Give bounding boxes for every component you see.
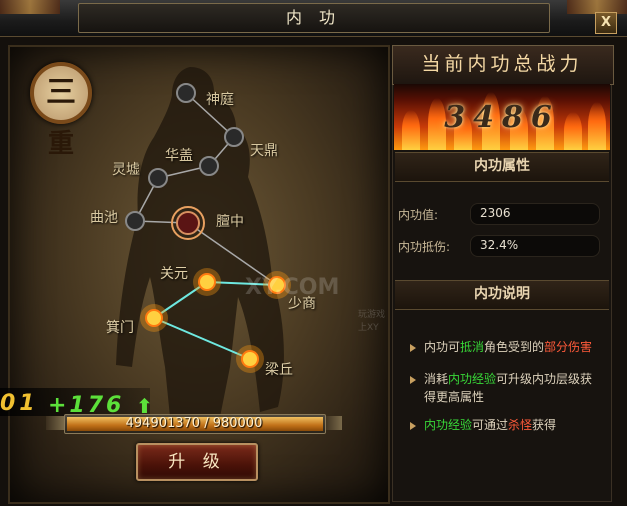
node-label-quchi: 曲池 — [90, 210, 118, 226]
level-number: 三 — [46, 75, 76, 110]
bullet-icon — [410, 422, 416, 430]
node-label-liangqiu: 梁丘 — [265, 362, 293, 378]
power-banner-title: 当前内功总战力 — [421, 53, 583, 75]
bullet-icon — [410, 376, 416, 384]
attr-value-power: 2306 — [480, 206, 511, 220]
watermark: XY.COM — [245, 275, 340, 300]
level-seal: 三 — [30, 62, 92, 124]
exp-bar-right-ornament — [324, 416, 342, 430]
bullet-icon — [410, 344, 416, 352]
attr-value-reduction: 32.4% — [480, 238, 519, 252]
description-item-2: 消耗内功经验可升级内功层级获得更高属性 — [424, 372, 593, 404]
attr-label-reduction: 内功抵伤: — [398, 240, 451, 254]
level-suffix: 重 — [48, 129, 75, 159]
exp-prefix-number: 01 — [0, 391, 39, 416]
node-label-guanyuan: 关元 — [160, 266, 188, 282]
meridian-scroll-panel: 神庭 天鼎 华盖 灵墟 曲池 膻中 关元 少商 箕门 梁丘 三 重 XY.COM… — [8, 45, 390, 504]
meridian-node-huagai[interactable] — [199, 156, 219, 176]
meridian-node-quchi[interactable] — [125, 211, 145, 231]
meridian-node-shenting[interactable] — [176, 83, 196, 103]
description-item-1: 内功可抵消角色受到的部分伤害 — [424, 340, 593, 354]
meridian-node-lingxu[interactable] — [148, 168, 168, 188]
description-item-3: 内功经验可通过杀怪获得 — [424, 418, 557, 432]
node-label-tianding: 天鼎 — [250, 143, 278, 159]
window-title: 内 功 — [285, 8, 342, 27]
meridian-node-danzhong[interactable] — [176, 211, 200, 235]
upgrade-button-label: 升 级 — [168, 452, 226, 472]
description-header: 内功说明 — [474, 286, 530, 302]
inner-power-window: 内 功 X 神庭 天鼎 华盖 灵墟 曲池 膻中 关元 少商 箕门 梁丘 三 重 … — [0, 0, 627, 506]
meridian-node-liangqiu[interactable] — [241, 350, 259, 368]
attr-label-power: 内功值: — [398, 208, 439, 222]
attributes-header: 内功属性 — [474, 158, 530, 174]
node-label-huagai: 华盖 — [165, 148, 193, 164]
meridian-node-guanyuan[interactable] — [198, 273, 216, 291]
power-value: 3486 — [444, 100, 560, 135]
node-label-lingxu: 灵墟 — [112, 162, 140, 178]
node-label-danzhong: 膻中 — [216, 214, 244, 230]
close-button[interactable]: X — [595, 12, 617, 34]
exp-text: 494901370 / 980000 — [125, 416, 263, 431]
exp-bar-left-ornament — [46, 416, 64, 430]
meridian-node-jimen[interactable] — [145, 309, 163, 327]
meridian-node-tianding[interactable] — [224, 127, 244, 147]
node-label-shenting: 神庭 — [206, 92, 234, 108]
node-label-jimen: 箕门 — [106, 320, 134, 336]
upgrade-button[interactable]: 升 级 — [136, 443, 258, 481]
watermark-sub: 玩游戏上XY — [358, 310, 386, 333]
